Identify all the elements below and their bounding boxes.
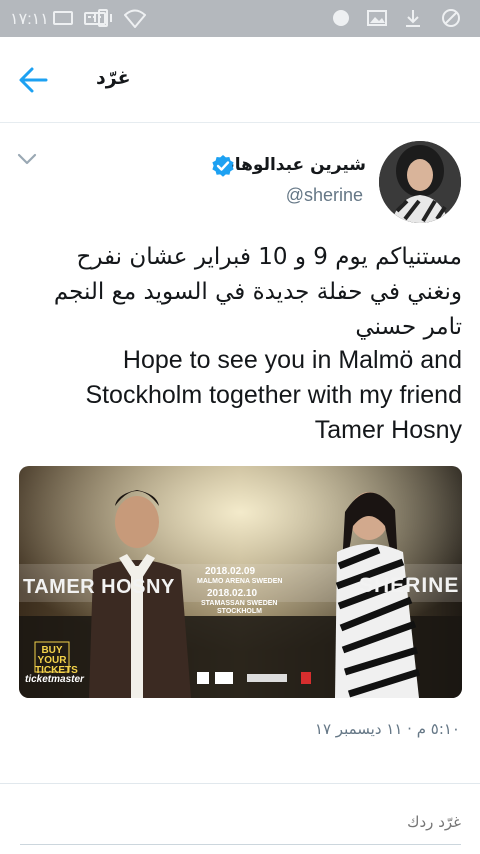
messages-icon xyxy=(53,11,73,25)
status-time: ١٧:١١ xyxy=(10,11,49,28)
tweet-text-english: Hope to see you in Malmö and Stockholm t… xyxy=(85,346,462,444)
vibrate-icon xyxy=(94,9,112,27)
poster-right-name: SHERINE xyxy=(359,574,460,597)
avatar[interactable] xyxy=(379,141,461,223)
back-arrow-icon[interactable] xyxy=(18,65,50,95)
poster-venue-2: STAMASSAN SWEDEN xyxy=(201,600,278,607)
display-name[interactable]: شيرين عبدالوهاب xyxy=(218,155,366,175)
poster-date-2: 2018.02.10 xyxy=(207,588,258,599)
reply-input[interactable] xyxy=(20,813,461,831)
blocked-icon xyxy=(442,9,460,27)
chevron-down-icon[interactable] xyxy=(16,151,38,167)
reply-underline xyxy=(20,844,461,845)
poster-buy-tickets: BUY YOUR TICKETS xyxy=(35,645,78,676)
divider xyxy=(0,783,480,784)
wifi-icon xyxy=(124,9,146,28)
tweet-media-image[interactable]: TAMER HOSNY SHERINE 2018.02.09 MALMO ARE… xyxy=(19,466,462,698)
download-icon xyxy=(406,10,420,27)
tweet-timestamp: ٥:١٠ م · ١١ ديسمبر ١٧ xyxy=(314,720,460,738)
notification-icon xyxy=(333,10,349,26)
poster-left-name: TAMER HOSNY xyxy=(23,576,175,598)
poster-city-2: STOCKHOLM xyxy=(217,608,262,615)
poster-date-1: 2018.02.09 xyxy=(205,566,256,577)
tweet-text-arabic: مستنياكم يوم 9 و 10 فبراير عشان نفرح ونغ… xyxy=(53,244,462,340)
status-bar: ١٧:١١ xyxy=(0,0,480,37)
user-handle[interactable]: @sherine xyxy=(286,185,363,206)
image-icon xyxy=(367,10,387,26)
page-title: غرّد xyxy=(96,67,131,89)
poster-venue-1: MALMO ARENA SWEDEN xyxy=(197,578,283,585)
app-bar: غرّد xyxy=(0,37,480,123)
poster-ticket-brand: ticketmaster xyxy=(25,674,84,685)
verified-badge-icon xyxy=(212,155,234,177)
